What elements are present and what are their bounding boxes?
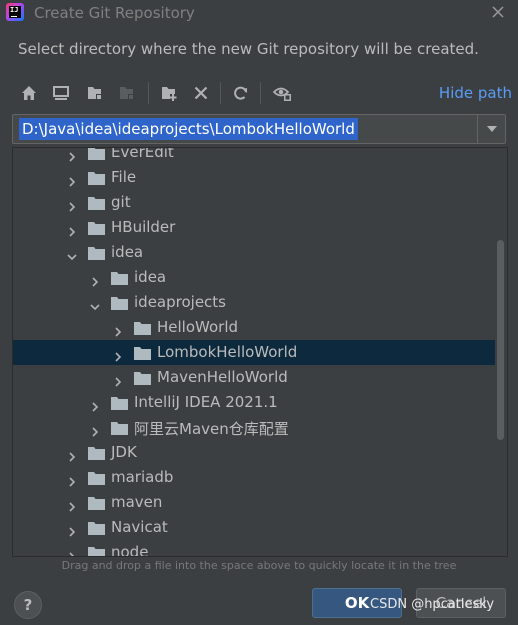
chevron-down-icon[interactable] — [67, 247, 77, 261]
chevron-right-icon[interactable] — [67, 172, 77, 187]
tree-node-label: MavenHelloWorld — [157, 368, 288, 386]
folder-icon — [111, 270, 128, 285]
dialog-description: Select directory where the new Git repos… — [18, 40, 479, 58]
tree-node-label: EverEdit — [111, 147, 174, 161]
chevron-right-icon[interactable] — [67, 522, 77, 537]
folder-icon — [134, 345, 151, 360]
toolbar-separator — [220, 82, 221, 104]
folder-icon — [111, 395, 128, 410]
intellij-app-icon: IJ — [6, 3, 24, 21]
tree-node-label: File — [111, 168, 137, 186]
chevron-right-icon[interactable] — [90, 272, 100, 287]
chevron-right-icon[interactable] — [67, 222, 77, 237]
chevron-right-icon[interactable] — [67, 148, 77, 162]
tree-node-label: Navicat — [111, 518, 168, 536]
tree-node-label: ideaprojects — [134, 293, 226, 311]
tree-node[interactable]: HelloWorld — [13, 315, 495, 340]
module-folder-icon[interactable] — [116, 82, 138, 104]
folder-icon — [88, 148, 105, 160]
tree-node-label: JDK — [111, 443, 137, 461]
scrollbar-thumb[interactable] — [497, 240, 504, 440]
folder-icon — [134, 320, 151, 335]
show-hidden-icon[interactable] — [272, 82, 294, 104]
new-folder-icon[interactable] — [158, 82, 180, 104]
tree-node-label: node — [111, 543, 149, 557]
close-icon[interactable] — [490, 4, 506, 20]
folder-icon — [88, 220, 105, 235]
chevron-right-icon[interactable] — [67, 197, 77, 212]
toolbar-separator — [260, 82, 261, 104]
folder-icon — [88, 245, 105, 260]
refresh-icon[interactable] — [230, 82, 252, 104]
tree-node[interactable]: maven — [13, 490, 495, 515]
tree-node-label: maven — [111, 493, 163, 511]
chevron-down-icon[interactable] — [477, 115, 505, 143]
tree-node[interactable]: idea — [13, 240, 495, 265]
tree-node[interactable]: ideaprojects — [13, 290, 495, 315]
title-bar: IJ Create Git Repository — [0, 0, 518, 28]
folder-icon — [88, 470, 105, 485]
tree-node[interactable]: Navicat — [13, 515, 495, 540]
chevron-right-icon[interactable] — [113, 322, 123, 337]
tree-node-label: git — [111, 193, 131, 211]
chevron-down-icon[interactable] — [90, 297, 100, 311]
delete-icon[interactable] — [190, 82, 212, 104]
tree-node[interactable]: MavenHelloWorld — [13, 365, 495, 390]
folder-icon — [111, 420, 128, 435]
tree-node-label: idea — [134, 268, 167, 286]
chevron-right-icon[interactable] — [67, 497, 77, 512]
project-folder-icon[interactable] — [84, 82, 106, 104]
window-title: Create Git Repository — [34, 4, 195, 22]
tree-node-label: IntelliJ IDEA 2021.1 — [134, 393, 278, 411]
path-input[interactable]: D:\Java\idea\ideaprojects\LombokHelloWor… — [19, 118, 358, 140]
folder-icon — [88, 170, 105, 185]
drag-drop-hint: Drag and drop a file into the space abov… — [61, 559, 457, 572]
folder-icon — [111, 295, 128, 310]
help-button[interactable]: ? — [14, 591, 42, 619]
chevron-right-icon[interactable] — [67, 472, 77, 487]
home-icon[interactable] — [18, 82, 40, 104]
path-combobox[interactable]: D:\Java\idea\ideaprojects\LombokHelloWor… — [12, 114, 506, 144]
tree-node[interactable]: idea — [13, 265, 495, 290]
directory-tree[interactable]: node Navicat maven mariadb JDK 阿里云Maven仓库配置 In… — [12, 147, 508, 557]
chevron-right-icon[interactable] — [90, 422, 100, 437]
tree-node[interactable]: mariadb — [13, 465, 495, 490]
tree-node-label: LombokHelloWorld — [157, 343, 298, 361]
tree-node[interactable]: IntelliJ IDEA 2021.1 — [13, 390, 495, 415]
tree-node[interactable]: 阿里云Maven仓库配置 — [13, 415, 495, 440]
toolbar-separator — [148, 82, 149, 104]
tree-node[interactable]: node — [13, 540, 495, 557]
folder-icon — [134, 370, 151, 385]
chevron-right-icon[interactable] — [90, 397, 100, 412]
tree-node[interactable]: git — [13, 190, 495, 215]
tree-node-label: HBuilder — [111, 218, 176, 236]
tree-node[interactable]: EverEdit — [13, 147, 495, 165]
file-chooser-toolbar — [14, 78, 504, 108]
tree-node-label: 阿里云Maven仓库配置 — [134, 420, 289, 438]
chevron-right-icon[interactable] — [67, 447, 77, 462]
tree-node[interactable]: HBuilder — [13, 215, 495, 240]
app-icon-text: IJ — [10, 6, 19, 14]
tree-node-label: HelloWorld — [157, 318, 239, 336]
tree-node-label: idea — [111, 243, 144, 261]
tree-scrollbar[interactable] — [494, 148, 506, 556]
chevron-right-icon[interactable] — [113, 372, 123, 387]
csdn-watermark: CSDN @hpcatlesky — [370, 597, 495, 612]
folder-icon — [88, 520, 105, 535]
folder-icon — [88, 495, 105, 510]
folder-icon — [88, 195, 105, 210]
tree-node[interactable]: LombokHelloWorld — [13, 340, 495, 365]
folder-icon — [88, 545, 105, 556]
desktop-icon[interactable] — [50, 82, 72, 104]
hide-path-link[interactable]: Hide path — [439, 84, 512, 102]
chevron-right-icon[interactable] — [67, 547, 77, 556]
tree-node[interactable]: JDK — [13, 440, 495, 465]
tree-node[interactable]: File — [13, 165, 495, 190]
chevron-right-icon[interactable] — [113, 347, 123, 362]
tree-node-label: mariadb — [111, 468, 174, 486]
folder-icon — [88, 445, 105, 460]
